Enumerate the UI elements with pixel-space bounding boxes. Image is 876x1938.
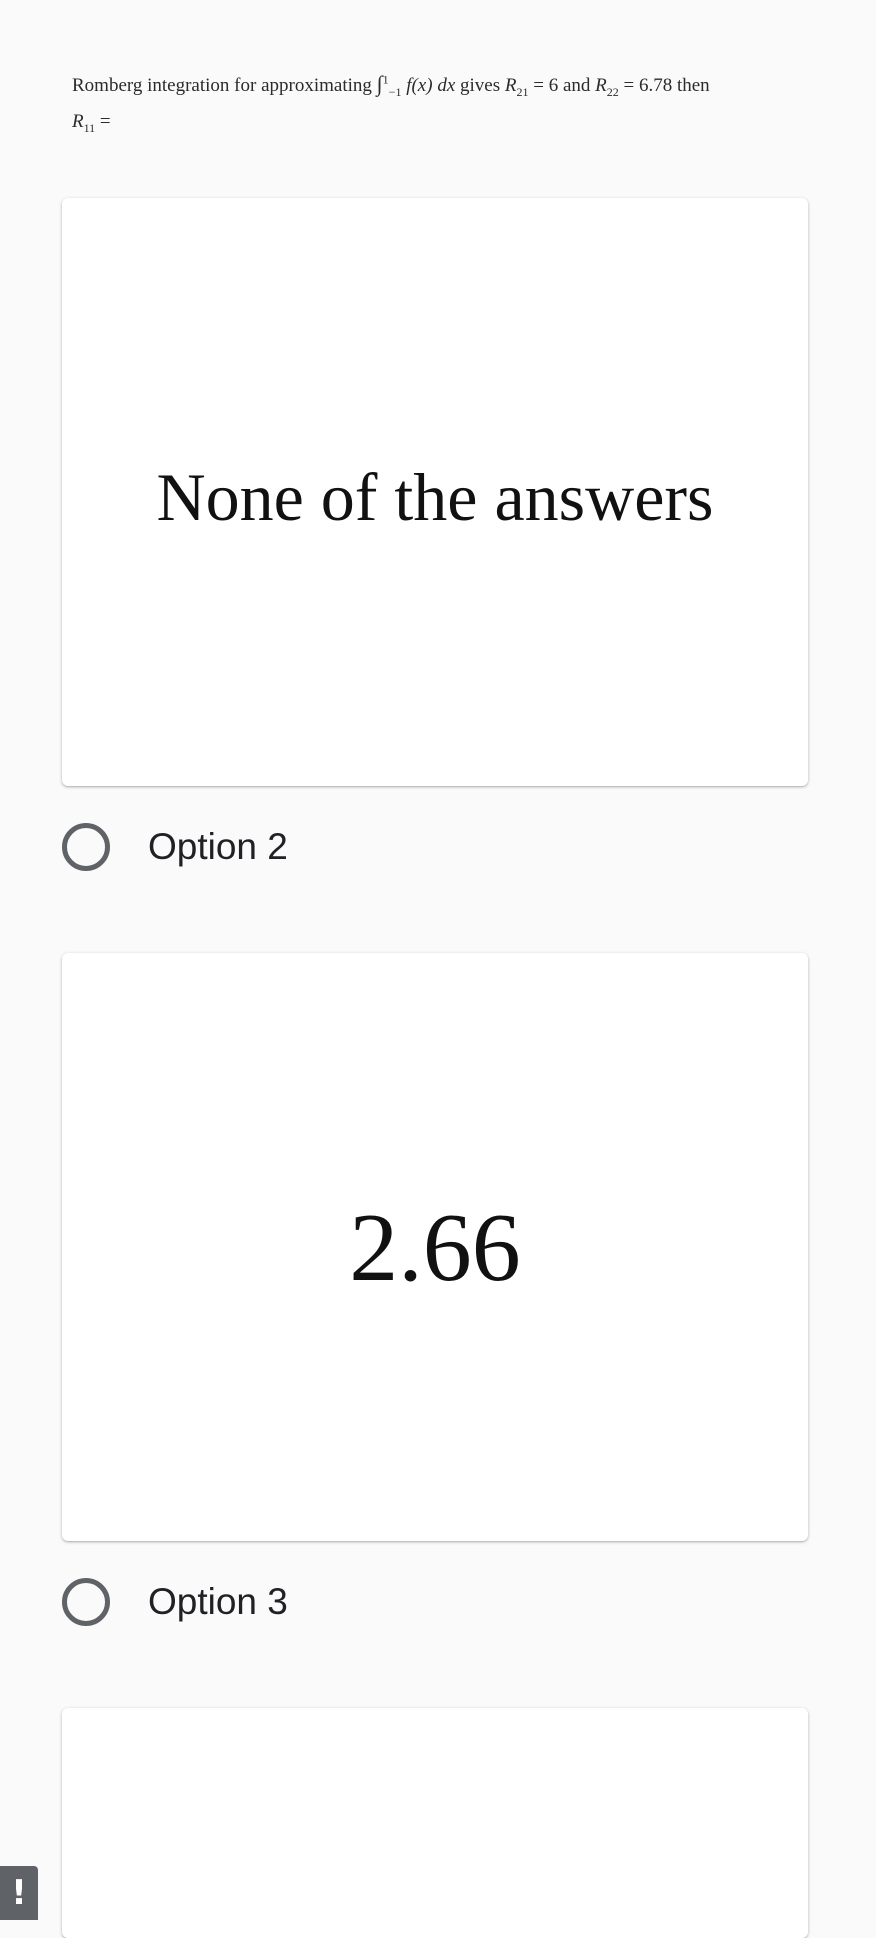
option-3[interactable]: Option 3 xyxy=(62,1572,288,1632)
option-1-image: None of the answers xyxy=(62,198,808,786)
question-text: Romberg integration for approximating ∫1… xyxy=(72,66,832,140)
integrand: f(x) dx xyxy=(406,75,456,96)
r21-subscript: 21 xyxy=(516,84,529,99)
option-3-label: Option 3 xyxy=(148,1581,288,1622)
option-2-label: Option 2 xyxy=(148,826,288,867)
r22-subscript: 22 xyxy=(606,84,619,99)
r11-symbol: R xyxy=(72,111,84,132)
option-2-radio[interactable] xyxy=(62,823,110,871)
option-3-image xyxy=(62,1708,808,1938)
option-2-image: 2.66 xyxy=(62,953,808,1541)
option-1-image-text: None of the answers xyxy=(156,458,714,535)
r22-symbol: R xyxy=(595,75,607,96)
r11-subscript: 11 xyxy=(83,120,96,135)
r22-value: = 6.78 then xyxy=(618,75,710,96)
exclamation-icon[interactable]: ! xyxy=(0,1866,38,1920)
r21-value: = 6 and xyxy=(528,75,596,96)
question-prefix: Romberg integration for approximating xyxy=(72,75,377,96)
r21-symbol: R xyxy=(504,75,517,96)
option-3-radio[interactable] xyxy=(62,1578,110,1626)
option-2[interactable]: Option 2 xyxy=(62,817,288,877)
question-gives: gives xyxy=(455,75,505,96)
option-2-image-text: 2.66 xyxy=(349,1194,521,1302)
integral-lower-limit: −1 xyxy=(388,84,402,99)
r11-value: = xyxy=(95,111,111,132)
